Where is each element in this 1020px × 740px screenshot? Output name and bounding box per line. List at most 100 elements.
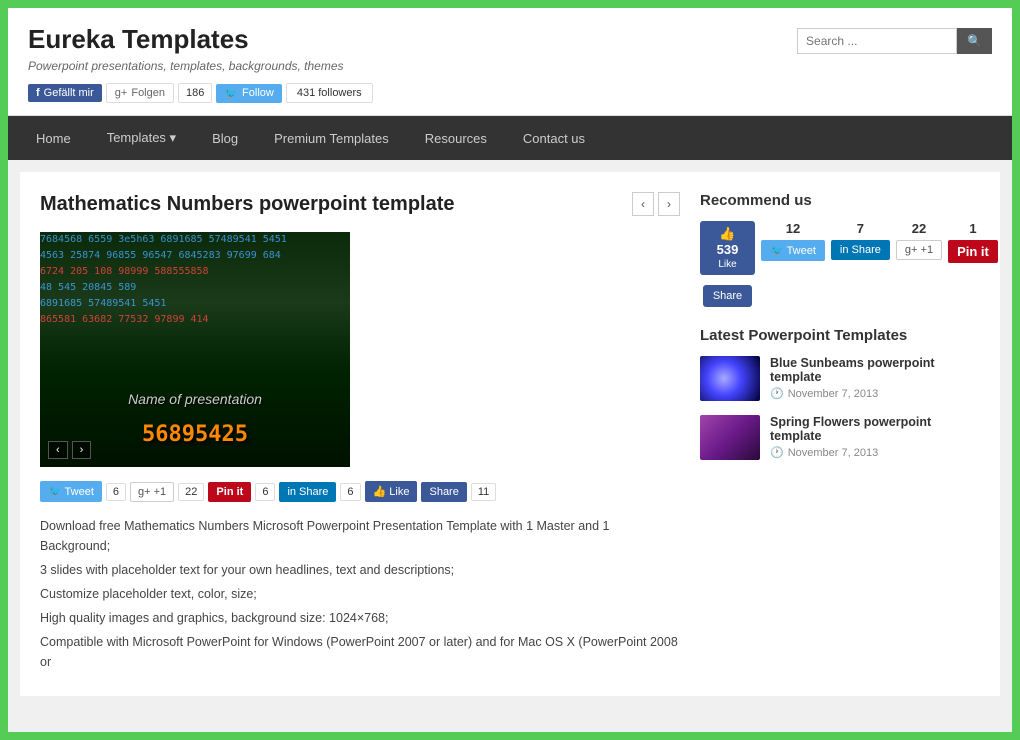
gplus-label: Folgen: [131, 87, 165, 99]
twitter-count: 431 followers: [286, 83, 373, 103]
list-item: Spring Flowers powerpoint template 🕐 Nov…: [700, 415, 980, 460]
content-area: Mathematics Numbers powerpoint template …: [20, 172, 1000, 696]
fb-like-count: 👍 539: [710, 226, 745, 257]
latest-item-title-1[interactable]: Spring Flowers powerpoint template: [770, 415, 980, 443]
like-count: 11: [471, 483, 496, 501]
latest-section: Latest Powerpoint Templates Blue Sunbeam…: [700, 327, 980, 460]
brand-area: Eureka Templates Powerpoint presentation…: [28, 24, 373, 103]
tweet-sidebar-count: 12: [786, 221, 800, 236]
site-tagline: Powerpoint presentations, templates, bac…: [28, 59, 373, 73]
pin-col: 1 Pin it: [948, 221, 998, 263]
tweet-count: 6: [106, 483, 126, 501]
fb-like-big[interactable]: 👍 539 Like: [700, 221, 755, 275]
latest-thumb-0: [700, 356, 760, 401]
image-bg: 7684568 6559 3e5h63 6891685 57489541 545…: [40, 232, 350, 467]
sidebar: Recommend us 👍 539 Like Share: [700, 192, 980, 676]
pinterest-btn[interactable]: Pin it: [208, 482, 251, 502]
nav-blog[interactable]: Blog: [194, 116, 256, 160]
nav-premium[interactable]: Premium Templates: [256, 116, 407, 160]
latest-info-0: Blue Sunbeams powerpoint template 🕐 Nove…: [770, 356, 980, 400]
fb-col: 👍 539 Like Share: [700, 221, 755, 307]
pin-sidebar-btn[interactable]: Pin it: [948, 240, 998, 263]
fb-like-label: Like: [718, 259, 736, 270]
pin-sidebar-count: 1: [969, 221, 976, 236]
latest-item-date-0: 🕐 November 7, 2013: [770, 387, 980, 400]
fb-share-btn[interactable]: Share: [421, 482, 466, 502]
twitter-label: Follow: [242, 87, 274, 99]
latest-info-1: Spring Flowers powerpoint template 🕐 Nov…: [770, 415, 980, 459]
desc-2: 3 slides with placeholder text for your …: [40, 560, 680, 580]
li-count: 6: [340, 483, 360, 501]
latest-title: Latest Powerpoint Templates: [700, 327, 980, 344]
fb-share-big[interactable]: Share: [703, 285, 752, 307]
article-header: Mathematics Numbers powerpoint template …: [40, 192, 680, 216]
gplus-sidebar-count: 22: [912, 221, 926, 236]
list-item: Blue Sunbeams powerpoint template 🕐 Nove…: [700, 356, 980, 401]
big-numbers: 56895425: [142, 422, 248, 447]
num-line-3: 6724 205 108 98999 588555858: [40, 264, 350, 280]
gplus-count: 186: [178, 83, 212, 103]
gplus-col: 22 g+ +1: [896, 221, 942, 260]
header: Eureka Templates Powerpoint presentation…: [8, 8, 1012, 116]
num-line-5: 6891685 57489541 5451: [40, 296, 350, 312]
li-col: 7 in Share: [831, 221, 890, 260]
num-line-2: 4563 25874 96855 96547 6845283 97699 684: [40, 248, 350, 264]
clock-icon-0: 🕐: [770, 387, 784, 400]
nav-bar: Home Templates ▾ Blog Premium Templates …: [8, 116, 1012, 160]
search-area: 🔍: [797, 28, 992, 54]
main-content: Mathematics Numbers powerpoint template …: [40, 192, 680, 676]
nav-contact[interactable]: Contact us: [505, 116, 603, 160]
twitter-col: 12 🐦 Tweet: [761, 221, 825, 261]
pin-count: 6: [255, 483, 275, 501]
nav-templates[interactable]: Templates ▾: [89, 116, 194, 160]
twitter-icon: 🐦: [224, 87, 238, 100]
slider-next[interactable]: ›: [72, 441, 92, 459]
fb-like-btn[interactable]: 👍 Like: [365, 481, 418, 502]
linkedin-btn[interactable]: in Share: [279, 482, 336, 502]
li-sidebar-btn[interactable]: in Share: [831, 240, 890, 260]
thumb-img-0: [700, 356, 760, 401]
share-label: Share: [713, 290, 742, 302]
desc-4: High quality images and graphics, backgr…: [40, 608, 680, 628]
next-arrow[interactable]: ›: [658, 192, 680, 216]
clock-icon-1: 🕐: [770, 446, 784, 459]
social-bar: f Gefällt mir g+ Folgen 186 🐦 Follow 431: [28, 83, 373, 103]
thumb-img-1: [700, 415, 760, 460]
nav-home[interactable]: Home: [18, 116, 89, 160]
gplus-share-count: 22: [178, 483, 204, 501]
li-sidebar-count: 7: [857, 221, 864, 236]
header-top: Eureka Templates Powerpoint presentation…: [28, 24, 992, 103]
prev-arrow[interactable]: ‹: [632, 192, 654, 216]
fb-label: Gefällt mir: [44, 87, 94, 99]
gplus-share-btn[interactable]: g+ +1: [130, 482, 174, 502]
desc-1: Download free Mathematics Numbers Micros…: [40, 516, 680, 556]
num-line-1: 7684568 6559 3e5h63 6891685 57489541 545…: [40, 232, 350, 248]
search-button[interactable]: 🔍: [957, 28, 992, 54]
recommend-title: Recommend us: [700, 192, 980, 209]
gplus-follow-btn[interactable]: g+ Folgen: [106, 83, 174, 103]
slider-arrows: ‹ ›: [48, 441, 91, 459]
tweet-sidebar-btn[interactable]: 🐦 Tweet: [761, 240, 825, 261]
nav-resources[interactable]: Resources: [407, 116, 505, 160]
search-input[interactable]: [797, 28, 957, 54]
article-description: Download free Mathematics Numbers Micros…: [40, 516, 680, 672]
latest-item-title-0[interactable]: Blue Sunbeams powerpoint template: [770, 356, 980, 384]
article-image: 7684568 6559 3e5h63 6891685 57489541 545…: [40, 232, 350, 467]
recommend-grid: 👍 539 Like Share 12 🐦 Tweet: [700, 221, 980, 307]
num-line-6: 865581 63682 77532 97899 414: [40, 312, 350, 328]
presentation-label: Name of presentation: [128, 391, 262, 407]
tweet-button[interactable]: 🐦 Tweet: [40, 481, 102, 502]
desc-3: Customize placeholder text, color, size;: [40, 584, 680, 604]
gplus-icon: g+: [115, 87, 128, 99]
num-line-4: 48 545 20845 589: [40, 280, 350, 296]
facebook-like-btn[interactable]: f Gefällt mir: [28, 84, 102, 102]
latest-thumb-1: [700, 415, 760, 460]
desc-5: Compatible with Microsoft PowerPoint for…: [40, 632, 680, 672]
slider-prev[interactable]: ‹: [48, 441, 68, 459]
site-title: Eureka Templates: [28, 24, 373, 55]
twitter-follow-btn[interactable]: 🐦 Follow: [216, 84, 282, 103]
gplus-sidebar-btn[interactable]: g+ +1: [896, 240, 942, 260]
latest-item-date-1: 🕐 November 7, 2013: [770, 446, 980, 459]
facebook-icon: f: [36, 87, 40, 99]
main-wrapper: Eureka Templates Powerpoint presentation…: [8, 8, 1012, 732]
